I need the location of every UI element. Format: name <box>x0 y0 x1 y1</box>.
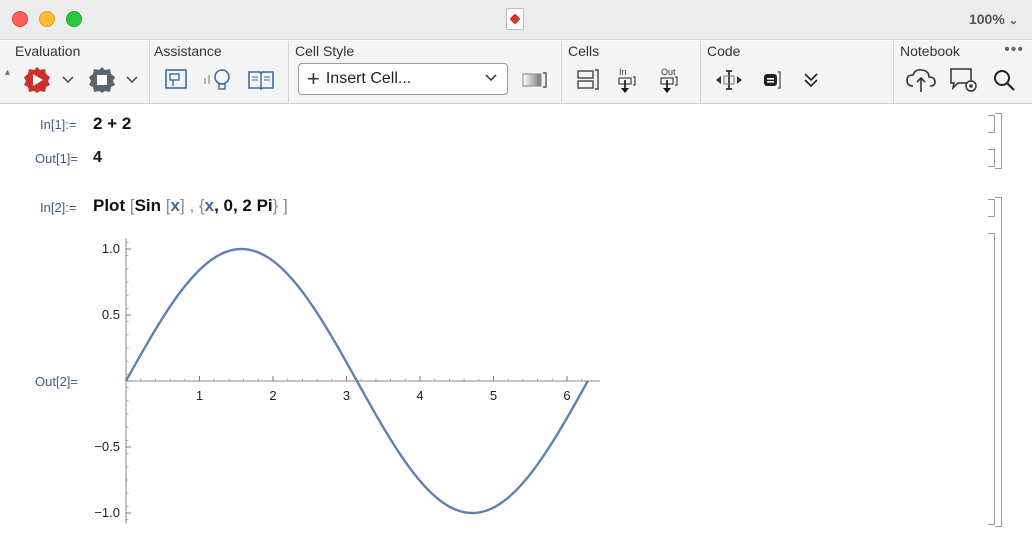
input-cell-1[interactable]: 2 + 2 <box>93 114 131 134</box>
input-cell-2[interactable]: Plot [Sin [x] , {x, 0, 2 Pi} ] <box>93 196 288 216</box>
x-tick-label: 1 <box>196 388 203 403</box>
zoom-level: 100% <box>968 11 1005 27</box>
bracket-close: ] <box>283 196 288 215</box>
cell-style-label: Cell Style <box>295 43 355 59</box>
cell-bracket[interactable] <box>988 149 995 167</box>
notebook-settings-button[interactable] <box>948 65 980 95</box>
code-label: Code <box>707 43 741 59</box>
chevron-down-icon <box>485 74 497 82</box>
evaluate-options-button[interactable] <box>58 65 78 95</box>
cell-bracket[interactable] <box>988 115 995 133</box>
collapse-button[interactable] <box>799 65 823 95</box>
code-group: Code <box>701 41 894 104</box>
in-1-label: In[1]:= <box>40 117 77 132</box>
range-values: , 0, 2 Pi <box>214 196 273 215</box>
cell-split-icon <box>577 69 599 90</box>
sin-function: Sin <box>134 196 162 215</box>
chevron-down-icon <box>126 76 138 84</box>
suggestions-bar-button[interactable] <box>162 65 190 95</box>
notebook-document-icon <box>506 8 524 30</box>
evaluate-icon <box>24 67 50 93</box>
sine-plot[interactable]: 1 2 3 4 5 6 −1.0 −0.5 0.5 1.0 <box>30 225 610 535</box>
x-tick-label: 3 <box>343 388 350 403</box>
notebook-group: Notebook ••• <box>894 41 1032 104</box>
hints-button[interactable] <box>202 65 234 95</box>
variable-x: x <box>204 196 215 215</box>
y-tick-label: 0.5 <box>102 307 120 322</box>
group-bracket[interactable] <box>995 113 1002 169</box>
gradient-style-icon <box>522 72 547 88</box>
more-options-icon[interactable]: ••• <box>1004 41 1024 59</box>
cloud-upload-icon <box>906 69 936 92</box>
cell-bracket[interactable] <box>988 233 995 525</box>
new-output-cell-button[interactable]: Out <box>658 65 688 95</box>
split-cell-button[interactable] <box>574 65 602 95</box>
evaluation-label: Evaluation <box>15 43 81 59</box>
double-chevron-down-icon <box>804 73 818 88</box>
abort-options-button[interactable] <box>122 65 142 95</box>
chevron-down-icon <box>62 76 74 84</box>
output-cell-1: 4 <box>93 149 102 166</box>
close-window-button[interactable] <box>12 11 28 27</box>
abort-icon <box>89 67 115 93</box>
search-icon <box>994 70 1015 91</box>
chat-settings-icon <box>950 68 977 92</box>
suggestions-icon <box>165 69 187 89</box>
group-bracket[interactable] <box>995 197 1002 527</box>
assistance-label: Assistance <box>154 43 222 59</box>
text-cursor-button[interactable] <box>713 65 745 95</box>
x-tick-label: 2 <box>269 388 276 403</box>
brace-close: } <box>272 196 279 215</box>
cell-style-preview-button[interactable] <box>520 65 550 95</box>
book-icon <box>248 71 274 91</box>
zoom-window-button[interactable] <box>66 11 82 27</box>
notebook-content[interactable]: In[1]:= 2 + 2 Out[1]= 4 In[2]:= Plot [Si… <box>0 105 1032 560</box>
toolbar: ▲ Evaluation Assistance Cell Style + Ins… <box>0 41 1032 104</box>
y-tick-label: 1.0 <box>102 241 120 256</box>
cloud-publish-button[interactable] <box>904 65 938 95</box>
insert-output-cell-icon: Out <box>660 67 678 93</box>
documentation-button[interactable] <box>246 65 276 95</box>
text-cursor-icon <box>716 70 742 90</box>
abort-evaluation-button[interactable] <box>87 65 117 95</box>
cells-group: Cells In Out <box>562 41 701 104</box>
plus-icon: + <box>307 66 320 91</box>
lightbulb-icon <box>204 69 230 90</box>
cell-bracket[interactable] <box>988 199 995 217</box>
out-1-label: Out[1]= <box>35 151 78 166</box>
x-tick-label: 5 <box>490 388 497 403</box>
in-2-label: In[2]:= <box>40 200 77 215</box>
insert-cell-label: Insert Cell... <box>325 70 412 87</box>
cells-label: Cells <box>568 43 600 59</box>
comma: , <box>189 196 195 215</box>
svg-text:In: In <box>619 67 627 77</box>
search-button[interactable] <box>990 65 1018 95</box>
evaluate-button[interactable] <box>22 65 52 95</box>
y-tick-label: −1.0 <box>94 505 120 520</box>
insert-cell-dropdown[interactable]: + Insert Cell... <box>298 63 508 95</box>
bracket-close: ] <box>179 196 185 215</box>
variable-x: x <box>170 196 180 215</box>
zoom-menu[interactable]: 100% ⌄ <box>969 11 1018 27</box>
minimize-window-button[interactable] <box>39 11 55 27</box>
insert-input-cell-icon: In <box>618 67 636 93</box>
svg-text:Out: Out <box>661 67 676 77</box>
plot-function: Plot <box>93 196 126 215</box>
assistance-group: Assistance <box>150 41 289 104</box>
code-cell-button[interactable] <box>757 65 785 95</box>
new-input-cell-button[interactable]: In <box>616 65 646 95</box>
x-tick-label: 6 <box>563 388 570 403</box>
code-cell-icon <box>764 71 781 89</box>
notebook-label: Notebook <box>900 43 960 59</box>
x-tick-label: 4 <box>416 388 423 403</box>
evaluation-group: Evaluation <box>0 41 150 104</box>
chevron-down-icon: ⌄ <box>1008 15 1018 27</box>
y-tick-label: −0.5 <box>94 439 120 454</box>
title-bar: 100% ⌄ <box>0 0 1032 40</box>
